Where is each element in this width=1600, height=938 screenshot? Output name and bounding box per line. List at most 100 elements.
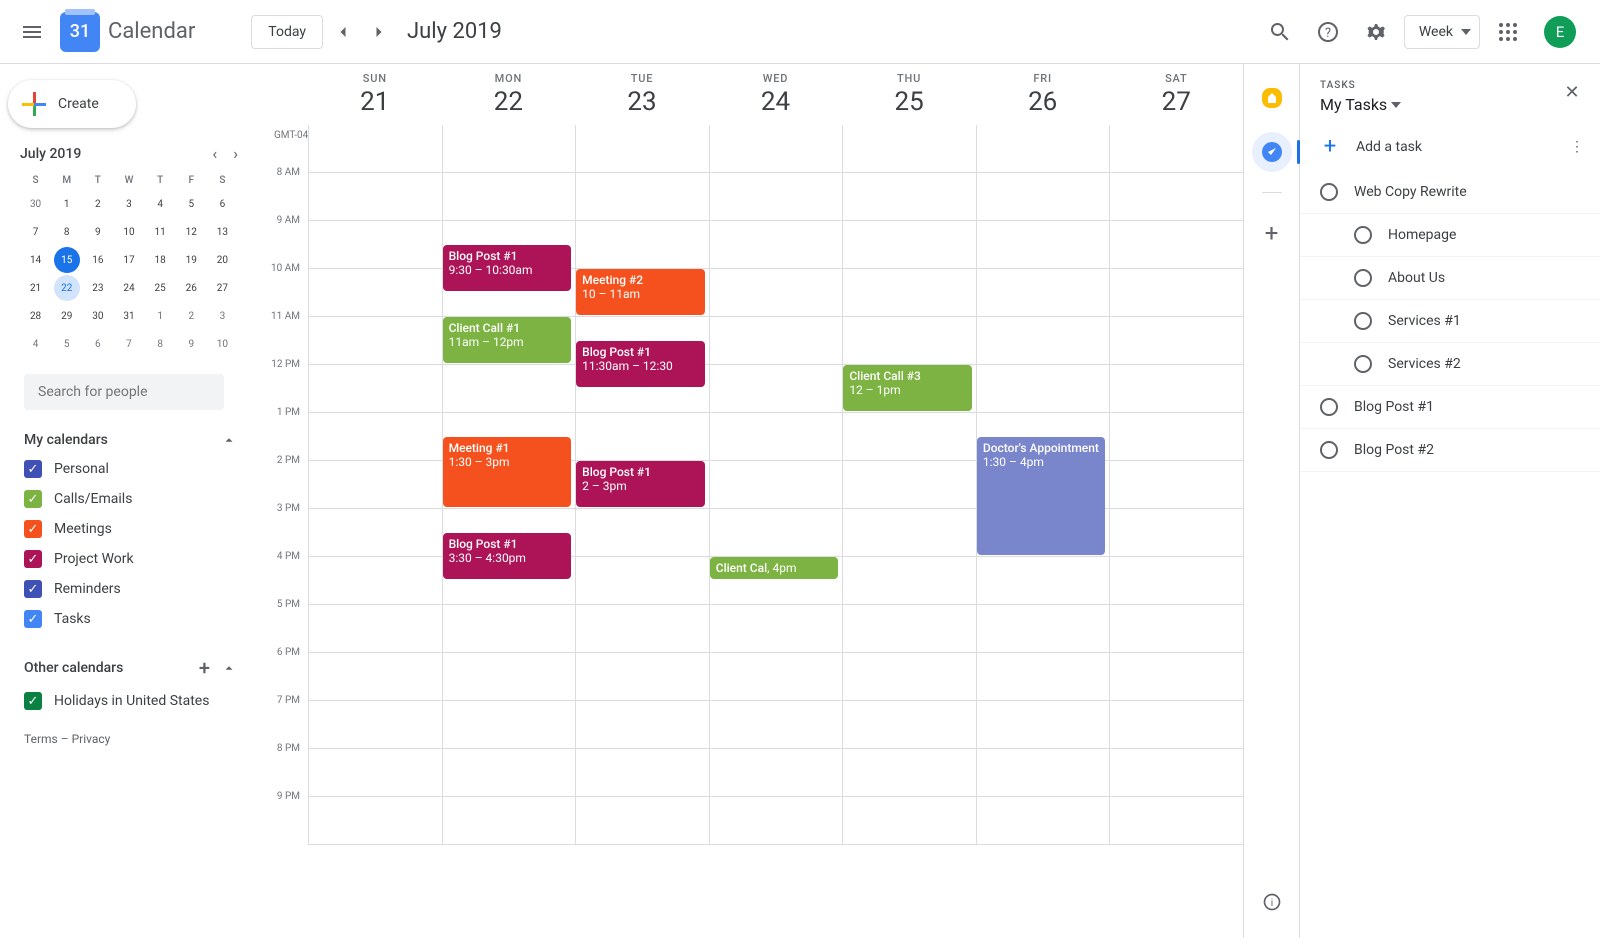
add-task-button[interactable]: + Add a task ⋮ xyxy=(1300,122,1600,171)
mini-day[interactable]: 4 xyxy=(147,191,173,217)
settings-button[interactable] xyxy=(1356,12,1396,52)
task-checkbox[interactable] xyxy=(1320,398,1338,416)
mini-day[interactable]: 30 xyxy=(85,303,111,329)
mini-day[interactable]: 2 xyxy=(178,303,204,329)
mini-day[interactable]: 1 xyxy=(54,191,80,217)
mini-day[interactable]: 10 xyxy=(116,219,142,245)
mini-day[interactable]: 7 xyxy=(116,331,142,357)
mini-day[interactable]: 30 xyxy=(23,191,49,217)
mini-day[interactable]: 6 xyxy=(85,331,111,357)
calendar-event[interactable]: Meeting #11:30 – 3pm xyxy=(443,437,572,507)
calendar-event[interactable]: Blog Post #13:30 – 4:30pm xyxy=(443,533,572,579)
calendar-event[interactable]: Client Cal, 4pm xyxy=(710,557,839,579)
today-button[interactable]: Today xyxy=(251,15,323,49)
calendar-item[interactable]: ✓Reminders xyxy=(24,574,244,604)
mini-day[interactable]: 17 xyxy=(116,247,142,273)
search-button[interactable] xyxy=(1260,12,1300,52)
apps-button[interactable] xyxy=(1488,12,1528,52)
support-button[interactable]: ? xyxy=(1308,12,1348,52)
other-calendars-toggle[interactable]: Other calendars + xyxy=(24,650,244,686)
mini-day[interactable]: 1 xyxy=(147,303,173,329)
calendar-item[interactable]: ✓Meetings xyxy=(24,514,244,544)
close-tasks-button[interactable]: ✕ xyxy=(1556,76,1588,108)
day-column[interactable]: Client Cal, 4pm xyxy=(709,125,843,845)
mini-day[interactable]: 10 xyxy=(209,331,235,357)
task-item[interactable]: Web Copy Rewrite xyxy=(1300,171,1600,214)
mini-prev-button[interactable]: ‹ xyxy=(212,144,217,163)
day-header[interactable]: WED24 xyxy=(709,64,843,125)
mini-day[interactable]: 2 xyxy=(85,191,111,217)
mini-day[interactable]: 27 xyxy=(209,275,235,301)
task-item[interactable]: Blog Post #1 xyxy=(1300,386,1600,429)
calendar-event[interactable]: Blog Post #19:30 – 10:30am xyxy=(443,245,572,291)
calendar-item[interactable]: ✓Tasks xyxy=(24,604,244,634)
calendar-item[interactable]: ✓Personal xyxy=(24,454,244,484)
calendar-checkbox[interactable]: ✓ xyxy=(24,520,42,538)
calendar-checkbox[interactable]: ✓ xyxy=(24,692,42,710)
mini-day[interactable]: 3 xyxy=(209,303,235,329)
tasks-menu-button[interactable]: ⋮ xyxy=(1570,139,1584,155)
calendar-item[interactable]: ✓Holidays in United States xyxy=(24,686,244,716)
mini-day[interactable]: 25 xyxy=(147,275,173,301)
task-checkbox[interactable] xyxy=(1320,183,1338,201)
mini-day[interactable]: 5 xyxy=(178,191,204,217)
mini-day[interactable]: 21 xyxy=(23,275,49,301)
mini-day[interactable]: 14 xyxy=(23,247,49,273)
day-header[interactable]: SAT27 xyxy=(1109,64,1243,125)
task-item[interactable]: Services #1 xyxy=(1300,300,1600,343)
my-calendars-toggle[interactable]: My calendars xyxy=(24,426,244,454)
terms-link[interactable]: Terms xyxy=(24,732,58,746)
calendar-event[interactable]: Doctor's Appointment1:30 – 4pm xyxy=(977,437,1106,555)
mini-day[interactable]: 28 xyxy=(23,303,49,329)
mini-day[interactable]: 18 xyxy=(147,247,173,273)
mini-day[interactable]: 13 xyxy=(209,219,235,245)
calendar-checkbox[interactable]: ✓ xyxy=(24,490,42,508)
calendar-event[interactable]: Client Call #312 – 1pm xyxy=(843,365,972,411)
day-column[interactable] xyxy=(1109,125,1243,845)
day-header[interactable]: THU25 xyxy=(842,64,976,125)
task-item[interactable]: Services #2 xyxy=(1300,343,1600,386)
task-checkbox[interactable] xyxy=(1354,312,1372,330)
task-item[interactable]: Homepage xyxy=(1300,214,1600,257)
task-item[interactable]: Blog Post #2 xyxy=(1300,429,1600,472)
calendar-event[interactable]: Blog Post #111:30am – 12:30 xyxy=(576,341,705,387)
task-checkbox[interactable] xyxy=(1354,269,1372,287)
calendar-checkbox[interactable]: ✓ xyxy=(24,550,42,568)
day-column[interactable]: Client Call #312 – 1pm xyxy=(842,125,976,845)
add-calendar-button[interactable]: + xyxy=(199,656,210,680)
mini-day[interactable]: 12 xyxy=(178,219,204,245)
mini-day[interactable]: 26 xyxy=(178,275,204,301)
day-column[interactable]: Doctor's Appointment1:30 – 4pm xyxy=(976,125,1110,845)
menu-button[interactable] xyxy=(8,8,56,56)
mini-day[interactable]: 9 xyxy=(178,331,204,357)
logo[interactable]: 31 Calendar xyxy=(60,12,195,52)
calendar-checkbox[interactable]: ✓ xyxy=(24,580,42,598)
mini-day[interactable]: 23 xyxy=(85,275,111,301)
mini-day[interactable]: 11 xyxy=(147,219,173,245)
mini-day[interactable]: 7 xyxy=(23,219,49,245)
calendar-checkbox[interactable]: ✓ xyxy=(24,610,42,628)
next-week-button[interactable] xyxy=(363,16,395,48)
tasks-button[interactable] xyxy=(1252,132,1292,172)
rail-help-button[interactable]: i xyxy=(1252,882,1292,922)
mini-day[interactable]: 24 xyxy=(116,275,142,301)
mini-day[interactable]: 5 xyxy=(54,331,80,357)
day-header[interactable]: TUE23 xyxy=(575,64,709,125)
day-column[interactable]: Meeting #210 – 11amBlog Post #111:30am –… xyxy=(575,125,709,845)
calendar-event[interactable]: Blog Post #12 – 3pm xyxy=(576,461,705,507)
task-checkbox[interactable] xyxy=(1320,441,1338,459)
avatar[interactable]: E xyxy=(1544,16,1576,48)
search-people-input[interactable] xyxy=(24,374,224,410)
day-column[interactable] xyxy=(308,125,442,845)
calendar-event[interactable]: Client Call #111am – 12pm xyxy=(443,317,572,363)
day-column[interactable]: Blog Post #19:30 – 10:30am Client Call #1… xyxy=(442,125,576,845)
task-checkbox[interactable] xyxy=(1354,226,1372,244)
time-grid-scroll[interactable]: 8 AM9 AM10 AM11 AM12 PM1 PM2 PM3 PM4 PM5… xyxy=(252,125,1243,938)
task-item[interactable]: About Us xyxy=(1300,257,1600,300)
mini-day[interactable]: 8 xyxy=(147,331,173,357)
mini-day[interactable]: 19 xyxy=(178,247,204,273)
mini-day[interactable]: 8 xyxy=(54,219,80,245)
privacy-link[interactable]: Privacy xyxy=(72,732,111,746)
mini-day[interactable]: 31 xyxy=(116,303,142,329)
add-addon-button[interactable]: + xyxy=(1252,213,1292,253)
